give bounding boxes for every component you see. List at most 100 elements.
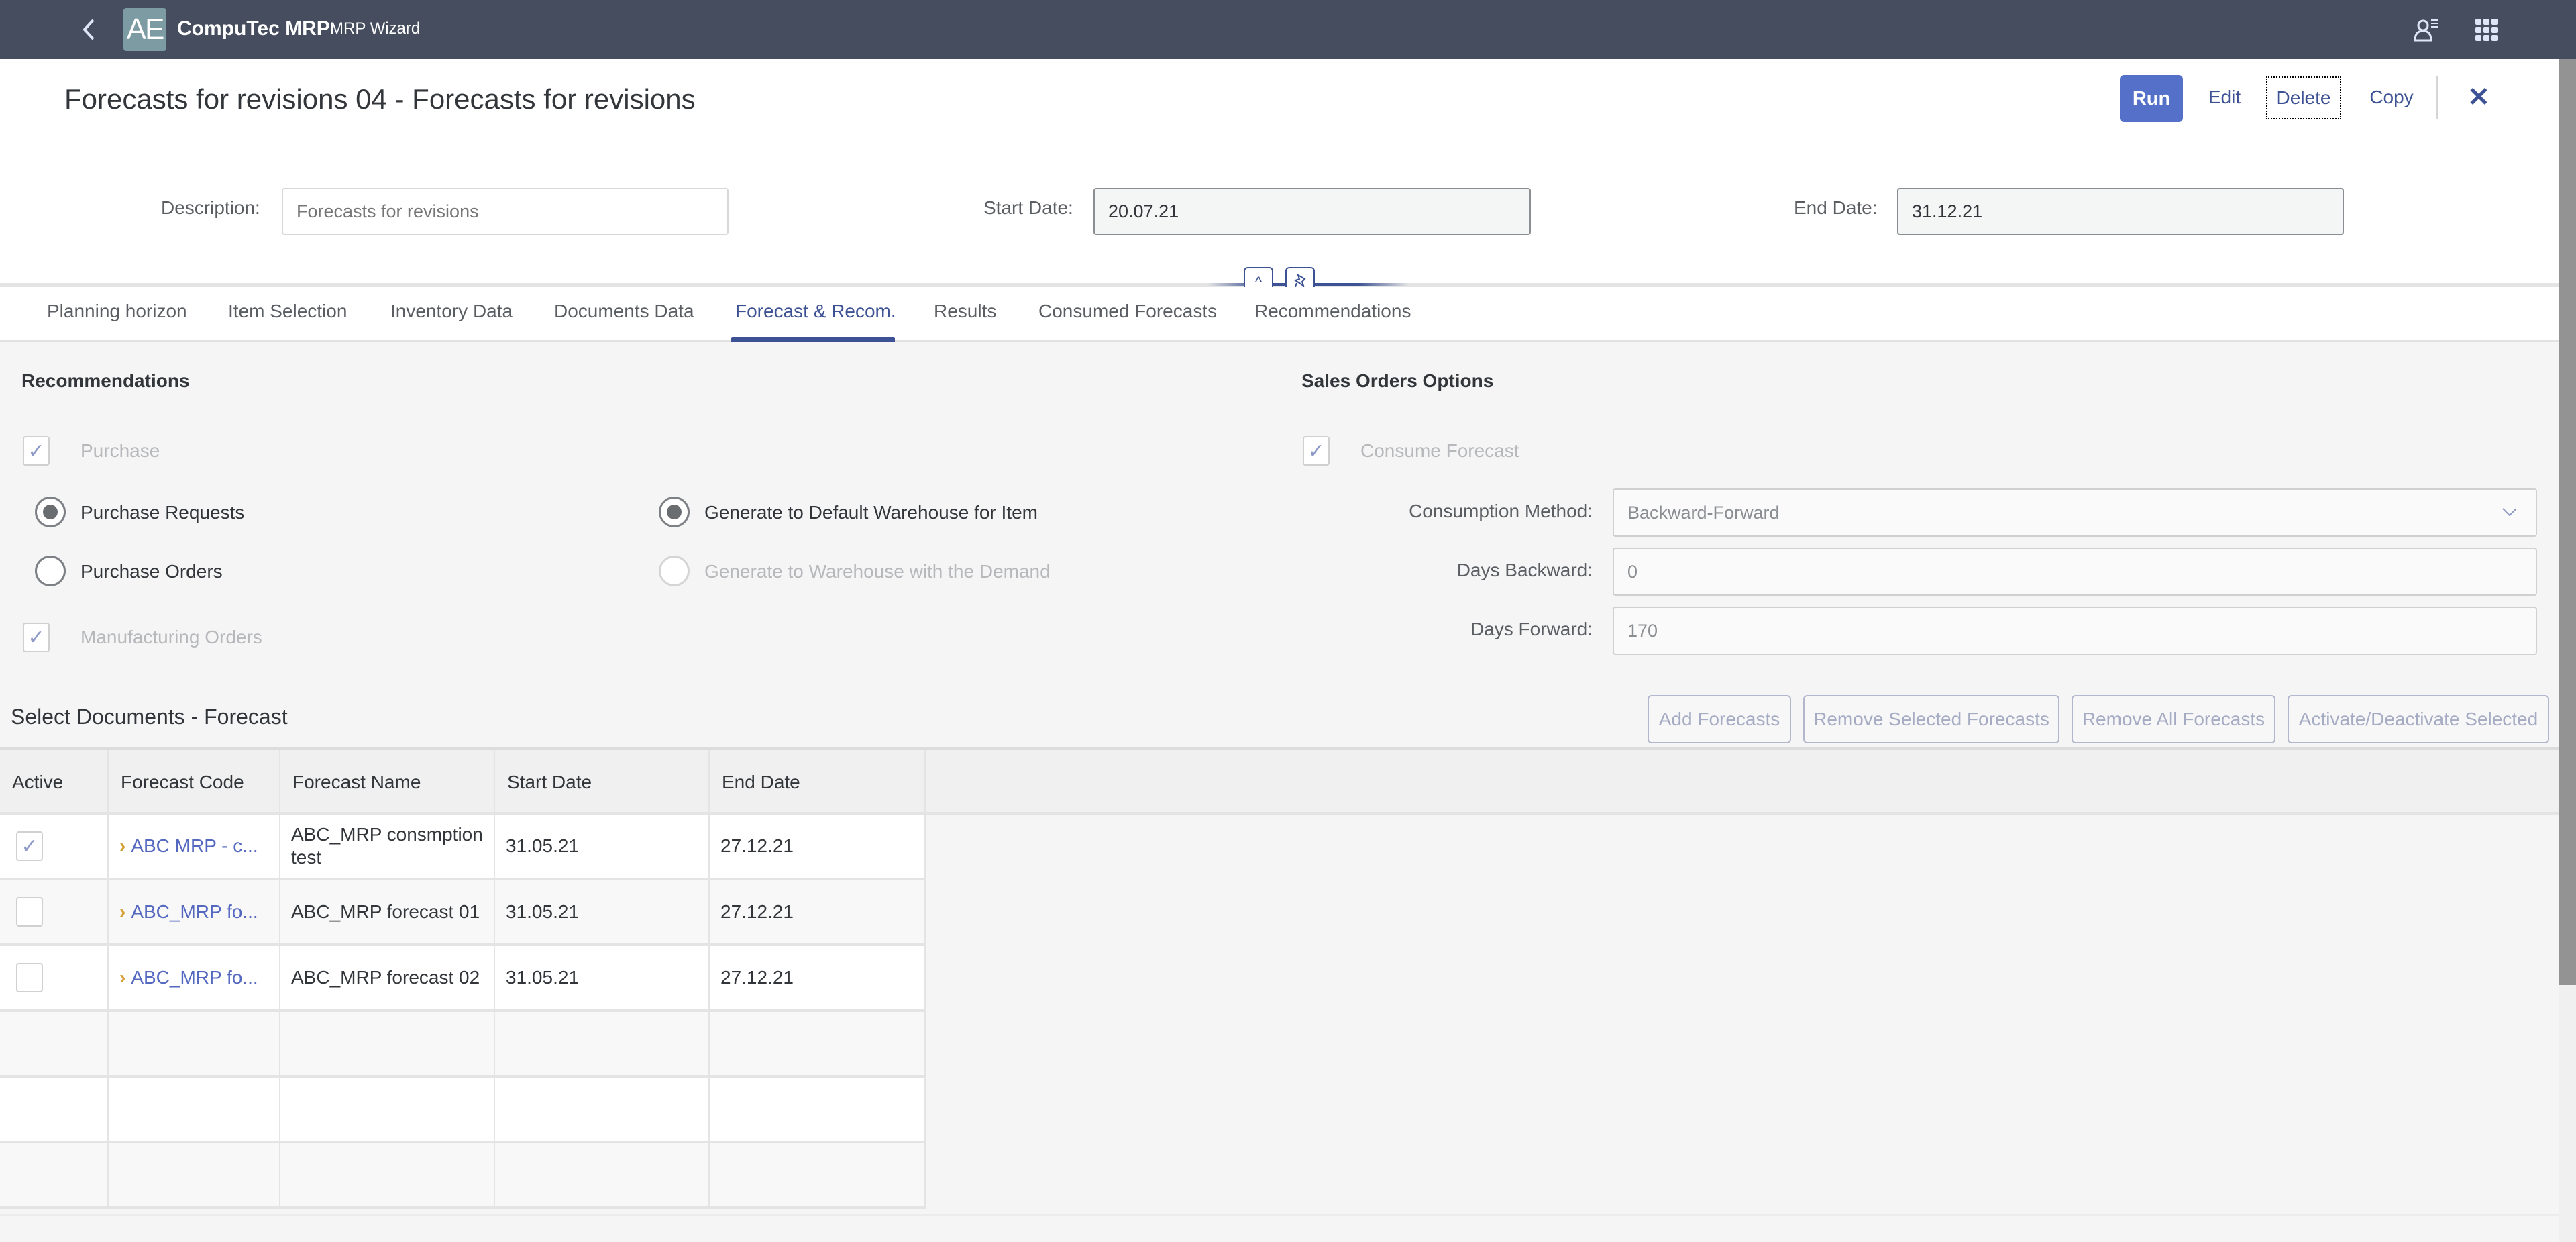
description-label: Description: <box>161 197 260 218</box>
consume-forecast-label: Consume Forecast <box>1360 440 1519 461</box>
forecast-code-link[interactable]: ABC_MRP fo... <box>131 967 258 988</box>
start-date-field[interactable]: 20.07.21 <box>1093 188 1531 235</box>
days-backward-input[interactable]: 0 <box>1613 548 2537 596</box>
column-header-active[interactable]: Active <box>0 750 109 815</box>
add-forecasts-button[interactable]: Add Forecasts <box>1648 695 1791 743</box>
days-forward-label: Days Forward: <box>1470 619 1593 639</box>
manufacturing-orders-label: Manufacturing Orders <box>80 627 262 648</box>
page-title: Forecasts for revisions 04 - Forecasts f… <box>64 83 696 115</box>
tab-results[interactable]: Results <box>934 301 996 322</box>
cell-start-date: 31.05.21 <box>495 946 710 1009</box>
cell-forecast-name: ABC_MRP forecast 02 <box>280 946 495 1009</box>
end-date-label: End Date: <box>1794 197 1878 218</box>
empty-table-row <box>0 1078 926 1143</box>
description-input[interactable] <box>282 188 729 235</box>
table-row[interactable]: › ABC_MRP fo... ABC_MRP forecast 01 31.05… <box>0 880 926 946</box>
start-date-label: Start Date: <box>983 197 1073 218</box>
scrollbar-thumb[interactable] <box>2559 59 2576 985</box>
purchase-orders-radio[interactable] <box>35 556 66 586</box>
column-header-end-date[interactable]: End Date <box>710 750 926 815</box>
row-active-checkbox[interactable]: ✓ <box>16 831 43 861</box>
app-logo: AE <box>123 8 166 51</box>
purchase-requests-label: Purchase Requests <box>80 502 245 523</box>
cell-end-date: 27.12.21 <box>710 815 926 878</box>
default-warehouse-label: Generate to Default Warehouse for Item <box>704 502 1038 523</box>
purchase-requests-radio[interactable] <box>35 497 66 527</box>
consumption-method-select[interactable]: Backward-Forward <box>1613 488 2537 537</box>
copy-button[interactable]: Copy <box>2361 75 2422 119</box>
tab-content: Recommendations ✓ Purchase Purchase Requ… <box>0 345 2559 1242</box>
demand-warehouse-radio[interactable] <box>659 556 690 586</box>
cell-end-date: 27.12.21 <box>710 946 926 1009</box>
cell-forecast-name: ABC_MRP forecast 01 <box>280 880 495 943</box>
expand-chevron-icon[interactable]: › <box>119 901 125 923</box>
column-header-forecast-name[interactable]: Forecast Name <box>280 750 495 815</box>
cell-start-date: 31.05.21 <box>495 815 710 878</box>
checkmark-icon: ✓ <box>28 439 45 462</box>
app-name: CompuTec MRP <box>177 17 330 40</box>
remove-all-forecasts-button[interactable]: Remove All Forecasts <box>2072 695 2275 743</box>
consume-forecast-checkbox[interactable]: ✓ <box>1303 436 1330 466</box>
tab-documents-data[interactable]: Documents Data <box>554 301 694 322</box>
edit-button[interactable]: Edit <box>2203 75 2246 119</box>
checkmark-icon: ✓ <box>28 626 45 649</box>
footer-bar <box>0 1214 2559 1242</box>
end-date-field[interactable]: 31.12.21 <box>1897 188 2344 235</box>
user-settings-button[interactable] <box>2414 17 2440 42</box>
row-active-checkbox[interactable] <box>16 963 43 992</box>
checkmark-icon: ✓ <box>1307 439 1325 462</box>
expand-chevron-icon[interactable]: › <box>119 967 125 988</box>
empty-table-row <box>0 1012 926 1078</box>
purchase-label: Purchase <box>80 440 160 461</box>
cell-forecast-code: › ABC_MRP fo... <box>109 946 280 1009</box>
run-button[interactable]: Run <box>2120 75 2183 122</box>
cell-forecast-code: › ABC_MRP fo... <box>109 880 280 943</box>
empty-table-row <box>0 1143 926 1209</box>
tab-inventory-data[interactable]: Inventory Data <box>390 301 513 322</box>
user-settings-icon <box>2414 19 2438 42</box>
tab-forecast-recom[interactable]: Forecast & Recom. <box>735 301 896 322</box>
shell-bar: AE CompuTec MRP MRP Wizard <box>0 0 2576 59</box>
sales-orders-title: Sales Orders Options <box>1301 370 1494 391</box>
expand-chevron-icon[interactable]: › <box>119 835 125 857</box>
documents-title: Select Documents - Forecast <box>11 705 288 729</box>
active-tab-indicator <box>731 337 895 342</box>
row-active-checkbox[interactable] <box>16 897 43 927</box>
consumption-method-label: Consumption Method: <box>1409 501 1593 521</box>
tab-consumed-forecasts[interactable]: Consumed Forecasts <box>1038 301 1217 322</box>
forecast-code-link[interactable]: ABC MRP - c... <box>131 835 258 857</box>
tab-planning-horizon[interactable]: Planning horizon <box>47 301 187 322</box>
cell-active: ✓ <box>0 815 109 878</box>
remove-selected-forecasts-button[interactable]: Remove Selected Forecasts <box>1803 695 2059 743</box>
table-row[interactable]: › ABC_MRP fo... ABC_MRP forecast 02 31.05… <box>0 946 926 1012</box>
cell-start-date: 31.05.21 <box>495 880 710 943</box>
back-button[interactable] <box>75 15 102 44</box>
purchase-checkbox[interactable]: ✓ <box>23 436 50 466</box>
manufacturing-orders-checkbox[interactable]: ✓ <box>23 623 50 652</box>
app-subtitle: MRP Wizard <box>330 19 421 38</box>
table-row[interactable]: ✓ › ABC MRP - c... ABC_MRP consmption tes… <box>0 815 926 880</box>
chevron-down-icon <box>2501 502 2518 523</box>
app-grid-icon[interactable] <box>2475 19 2498 41</box>
chevron-left-icon <box>83 19 95 40</box>
tab-bar: Planning horizon Item Selection Inventor… <box>0 287 2559 342</box>
purchase-orders-label: Purchase Orders <box>80 561 223 582</box>
cell-forecast-name: ABC_MRP consmption test <box>280 815 495 878</box>
checkmark-icon: ✓ <box>21 835 38 858</box>
table-header: Active Forecast Code Forecast Name Start… <box>0 747 2559 815</box>
delete-button[interactable]: Delete <box>2266 76 2341 119</box>
column-header-start-date[interactable]: Start Date <box>495 750 710 815</box>
column-header-forecast-code[interactable]: Forecast Code <box>109 750 280 815</box>
cell-forecast-code: › ABC MRP - c... <box>109 815 280 878</box>
actions-divider <box>2436 76 2438 119</box>
forecast-code-link[interactable]: ABC_MRP fo... <box>131 901 258 923</box>
page-scrollbar[interactable] <box>2559 59 2576 1242</box>
days-forward-input[interactable]: 170 <box>1613 607 2537 655</box>
tab-recommendations[interactable]: Recommendations <box>1254 301 1411 322</box>
activate-deactivate-button[interactable]: Activate/Deactivate Selected <box>2288 695 2549 743</box>
days-backward-label: Days Backward: <box>1456 560 1593 580</box>
object-header: Forecasts for revisions 04 - Forecasts f… <box>0 59 2559 298</box>
tab-item-selection[interactable]: Item Selection <box>228 301 347 322</box>
default-warehouse-radio[interactable] <box>659 497 690 527</box>
close-icon[interactable]: ✕ <box>2462 75 2496 119</box>
